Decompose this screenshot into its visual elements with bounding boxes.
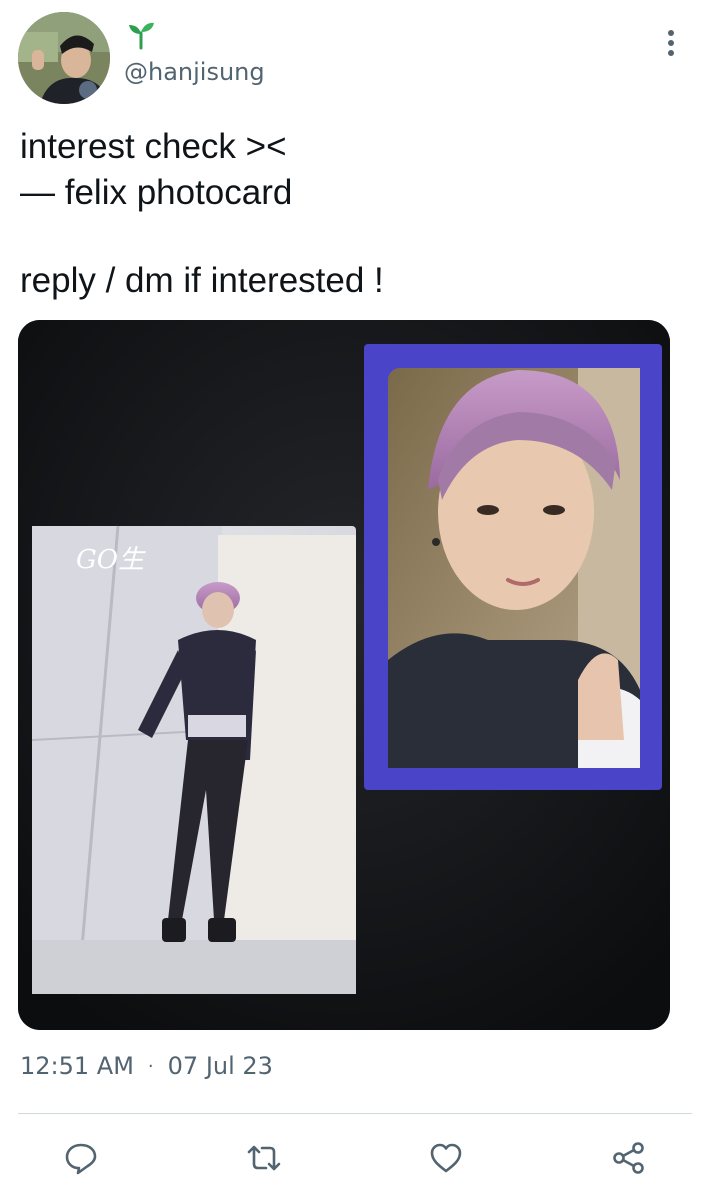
tweet-line: — felix photocard [20, 173, 293, 212]
retweet-button[interactable] [242, 1136, 286, 1180]
tweet-text: interest check >< — felix photocard repl… [20, 124, 686, 304]
sprout-icon [126, 20, 156, 50]
tweet-line: reply / dm if interested ! [20, 261, 384, 300]
share-button[interactable] [607, 1136, 651, 1180]
like-button[interactable] [424, 1136, 468, 1180]
left-photocard: GO生 [31, 525, 356, 995]
right-photocard [364, 344, 662, 790]
tweet-line-spacer [20, 216, 686, 258]
author-avatar[interactable] [18, 12, 110, 104]
tweet-photo[interactable]: GO生 [18, 320, 670, 1030]
reply-button[interactable] [59, 1136, 103, 1180]
tweet-timestamp[interactable]: 12:51 AM · 07 Jul 23 [20, 1052, 273, 1080]
divider [18, 1113, 692, 1114]
more-dot [668, 50, 674, 56]
share-icon [613, 1142, 644, 1174]
more-dot [668, 40, 674, 46]
meta-separator: · [147, 1055, 154, 1077]
tweet-line: interest check >< [20, 127, 287, 166]
author-handle[interactable]: @hanjisung [124, 58, 265, 86]
retweet-icon [247, 1145, 281, 1171]
tweet-action-bar [0, 1136, 710, 1184]
tweet-time: 12:51 AM [20, 1052, 134, 1080]
more-dot [668, 30, 674, 36]
heart-icon [430, 1143, 462, 1173]
album-logo-text: GO生 [76, 545, 146, 575]
more-options-icon[interactable] [656, 26, 686, 60]
tweet-date: 07 Jul 23 [167, 1052, 273, 1080]
reply-icon [65, 1143, 97, 1175]
